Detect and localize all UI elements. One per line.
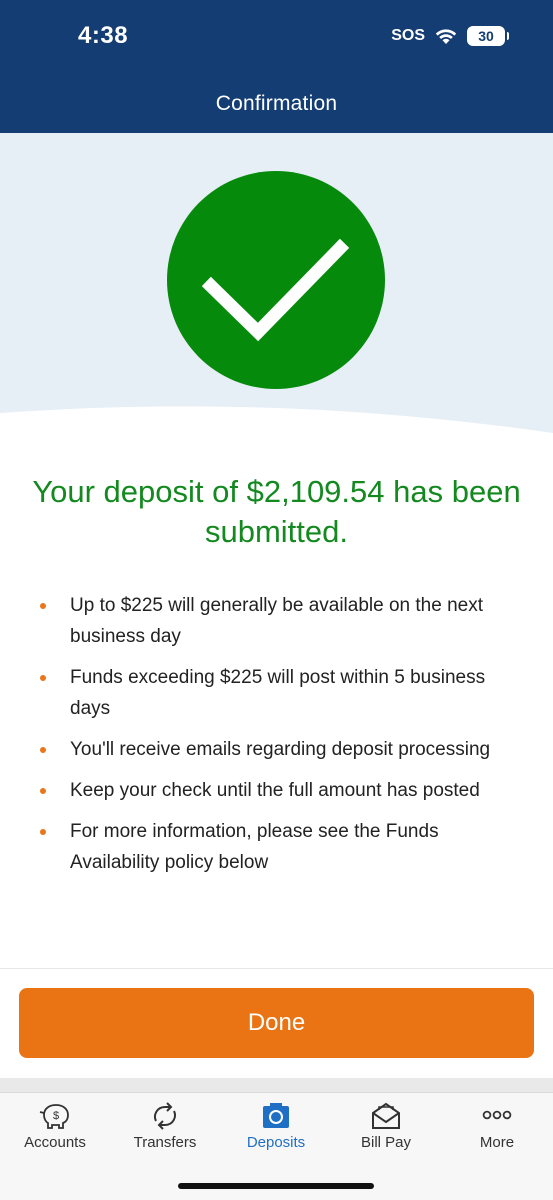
list-item: You'll receive emails regarding deposit … <box>38 734 513 765</box>
camera-icon <box>263 1103 289 1128</box>
bullet-icon <box>40 829 46 835</box>
tab-label: Bill Pay <box>360 1134 412 1151</box>
status-time: 4:38 <box>78 22 129 49</box>
success-hero <box>0 133 553 443</box>
more-dots-icon <box>482 1110 512 1120</box>
done-button[interactable]: Done <box>19 988 534 1058</box>
piggy-bank-icon: $ <box>39 1104 69 1129</box>
tab-transfers[interactable]: Transfers <box>110 1093 220 1163</box>
deposit-info-list: Up to $225 will generally be available o… <box>38 590 513 888</box>
list-item: For more information, please see the Fun… <box>38 816 513 878</box>
tab-deposits[interactable]: Deposits <box>221 1093 331 1163</box>
sos-indicator: SOS <box>391 27 425 44</box>
bullet-icon <box>40 747 46 753</box>
bullet-icon <box>40 788 46 794</box>
list-item-text: Up to $225 will generally be available o… <box>70 595 483 647</box>
tab-label: Deposits <box>246 1134 306 1151</box>
list-item: Keep your check until the full amount ha… <box>38 775 513 806</box>
battery-icon: 30 <box>467 26 509 46</box>
list-item-text: Funds exceeding $225 will post within 5 … <box>70 667 486 719</box>
svg-text:$: $ <box>53 1110 59 1122</box>
tab-label: More <box>479 1134 515 1151</box>
scroll-peek <box>0 1078 553 1092</box>
confirmation-message: Your deposit of $2,109.54 has been submi… <box>32 474 521 549</box>
list-item-text: For more information, please see the Fun… <box>70 821 439 873</box>
envelope-icon <box>372 1102 400 1129</box>
tab-label: Accounts <box>24 1134 86 1151</box>
confirmation-screen: 4:38 SOS 30 Confirmation Your deposit of… <box>0 0 553 1200</box>
page-title: Confirmation <box>215 92 338 115</box>
hero-illustration <box>0 133 553 433</box>
list-item: Up to $225 will generally be available o… <box>38 590 513 652</box>
wifi-icon <box>435 29 457 44</box>
list-item: Funds exceeding $225 will post within 5 … <box>38 662 513 724</box>
bullet-icon <box>40 603 46 609</box>
tab-label: Transfers <box>133 1134 197 1151</box>
list-item-text: You'll receive emails regarding deposit … <box>70 739 491 760</box>
tab-more[interactable]: More <box>442 1093 552 1163</box>
success-circle <box>167 171 385 389</box>
transfer-arrows-icon <box>154 1102 176 1130</box>
app-header: 4:38 SOS 30 Confirmation <box>0 0 553 133</box>
home-indicator[interactable] <box>178 1183 374 1189</box>
status-indicators: SOS 30 <box>391 26 509 46</box>
divider <box>0 968 553 969</box>
tab-bill-pay[interactable]: Bill Pay <box>331 1093 441 1163</box>
tab-accounts[interactable]: $ Accounts <box>0 1093 110 1163</box>
bullet-icon <box>40 675 46 681</box>
list-item-text: Keep your check until the full amount ha… <box>70 780 480 801</box>
